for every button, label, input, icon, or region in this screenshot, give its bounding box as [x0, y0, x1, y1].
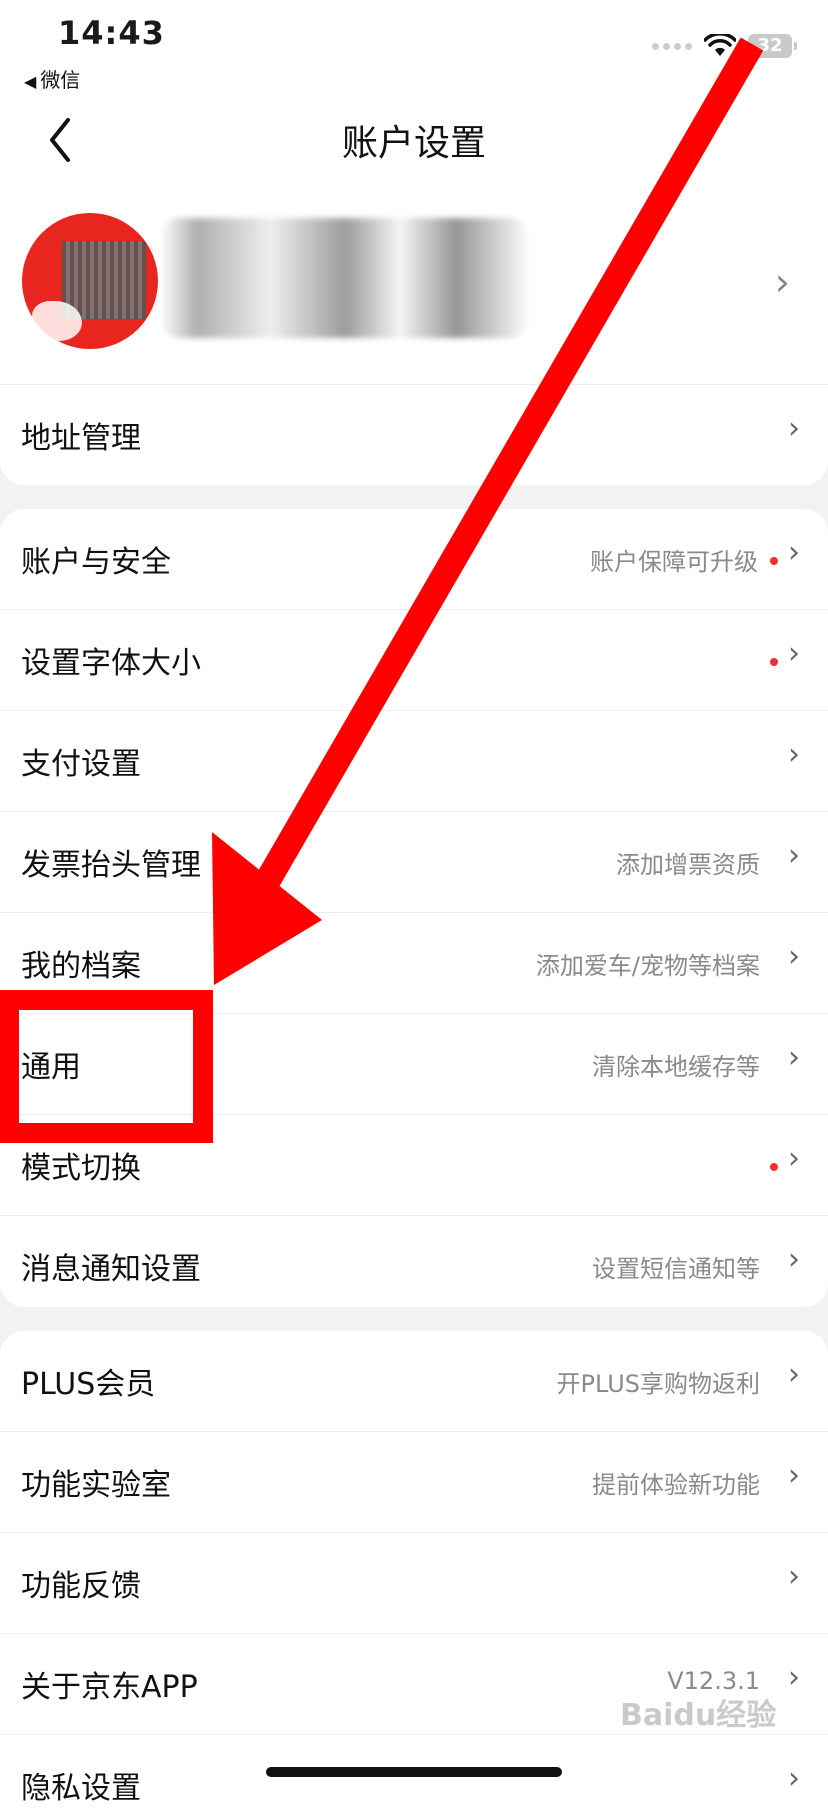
red-dot-badge [770, 557, 778, 565]
nav-bar: 账户设置 [0, 92, 828, 188]
chevron-right-icon: › [788, 1242, 800, 1277]
settings-row-mode-switch[interactable]: 模式切换 › [0, 1115, 828, 1216]
row-hint: 添加增票资质 [616, 851, 760, 879]
home-indicator[interactable] [266, 1767, 562, 1777]
settings-row-invoice[interactable]: 发票抬头管理 添加增票资质 › [0, 812, 828, 913]
avatar [22, 213, 158, 349]
chevron-right-icon: › [788, 411, 800, 446]
row-label: 隐私设置 [21, 1771, 141, 1806]
chevron-right-icon: › [788, 1660, 800, 1695]
settings-row-feedback[interactable]: 功能反馈 › [0, 1533, 828, 1634]
chevron-right-icon: › [788, 1040, 800, 1075]
chevron-right-icon: › [788, 535, 800, 570]
chevron-right-icon: › [788, 838, 800, 873]
chevron-right-icon: › [788, 1141, 800, 1176]
red-dot-badge [770, 1163, 778, 1171]
profile-card: › 地址管理 › [0, 188, 828, 485]
username-redacted [160, 218, 530, 338]
row-hint: 设置短信通知等 [592, 1255, 760, 1283]
chevron-right-icon: › [788, 1458, 800, 1493]
battery-icon: 32 [748, 34, 797, 58]
row-label: 功能反馈 [21, 1569, 141, 1604]
red-dot-badge [770, 658, 778, 666]
status-indicators: 32 [652, 34, 797, 58]
row-label: 账户与安全 [21, 545, 171, 580]
row-label: 地址管理 [21, 421, 141, 456]
status-back-to-wechat[interactable]: ◀ 微信 [24, 64, 80, 93]
chevron-right-icon: › [788, 737, 800, 772]
profile-row[interactable]: › [0, 188, 828, 385]
status-back-label: 微信 [40, 68, 81, 92]
chevron-right-icon: › [788, 1559, 800, 1594]
settings-group-about: PLUS会员 开PLUS享购物返利 › 功能实验室 提前体验新功能 › 功能反馈… [0, 1331, 828, 1811]
settings-row-notifications[interactable]: 消息通知设置 设置短信通知等 › [0, 1216, 828, 1307]
settings-row-profile-archive[interactable]: 我的档案 添加爱车/宠物等档案 › [0, 913, 828, 1014]
row-label: 功能实验室 [21, 1468, 171, 1503]
chevron-right-icon: › [788, 636, 800, 671]
row-hint: 账户保障可升级 [590, 548, 758, 576]
back-triangle-icon: ◀ [24, 72, 37, 91]
settings-row-payment[interactable]: 支付设置 › [0, 711, 828, 812]
row-hint: 添加爱车/宠物等档案 [535, 952, 760, 980]
row-label: 支付设置 [21, 747, 141, 782]
status-time: 14:43 [58, 14, 165, 52]
row-label: 关于京东APP [21, 1670, 198, 1705]
row-label: 消息通知设置 [21, 1252, 201, 1287]
chevron-right-icon: › [788, 1761, 800, 1796]
settings-row-account-security[interactable]: 账户与安全 账户保障可升级 › [0, 509, 828, 610]
row-label: 通用 [21, 1050, 81, 1085]
watermark: Baidu经验 [620, 1698, 777, 1733]
settings-group-main: 账户与安全 账户保障可升级 › 设置字体大小 › 支付设置 › 发票抬头管理 添… [0, 509, 828, 1307]
row-label: 模式切换 [21, 1151, 141, 1186]
row-label: 我的档案 [21, 949, 141, 984]
row-hint: 开PLUS享购物返利 [556, 1370, 760, 1398]
chevron-right-icon: › [788, 1357, 800, 1392]
settings-row-general[interactable]: 通用 清除本地缓存等 › [0, 1014, 828, 1115]
row-hint: 清除本地缓存等 [592, 1053, 760, 1081]
row-label: 发票抬头管理 [21, 848, 201, 883]
settings-row-lab[interactable]: 功能实验室 提前体验新功能 › [0, 1432, 828, 1533]
chevron-right-icon: › [788, 939, 800, 974]
row-hint: 提前体验新功能 [592, 1471, 760, 1499]
settings-row-font-size[interactable]: 设置字体大小 › [0, 610, 828, 711]
cellular-signal-icon [652, 42, 692, 50]
chevron-right-icon: › [774, 260, 790, 304]
row-label: PLUS会员 [21, 1367, 156, 1402]
row-label: 设置字体大小 [21, 646, 201, 681]
wifi-icon [704, 34, 736, 56]
settings-row[interactable]: 地址管理 › [0, 385, 828, 485]
settings-row-plus[interactable]: PLUS会员 开PLUS享购物返利 › [0, 1331, 828, 1432]
status-bar: 14:43 ◀ 微信 32 [0, 0, 828, 92]
page-title: 账户设置 [341, 123, 486, 164]
